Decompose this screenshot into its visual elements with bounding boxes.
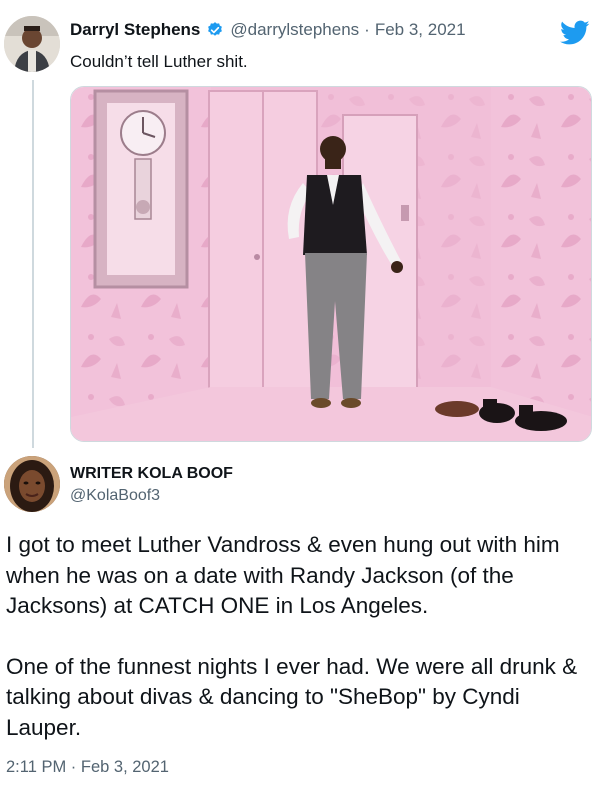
- tweet-date[interactable]: Feb 3, 2021: [375, 20, 466, 40]
- separator-dot: ·: [364, 20, 370, 39]
- twitter-bird-icon[interactable]: [560, 20, 590, 46]
- display-name[interactable]: WRITER KOLA BOOF: [70, 465, 233, 483]
- avatar-kola-boof[interactable]: [4, 456, 60, 512]
- handle[interactable]: @KolaBoof3: [70, 487, 160, 505]
- handle[interactable]: @darrylstephens: [230, 20, 359, 40]
- tweet-paragraph: I got to meet Luther Vandross & even hun…: [6, 532, 560, 618]
- tweet-text: Couldn’t tell Luther shit.: [70, 52, 248, 71]
- tweet-body: I got to meet Luther Vandross & even hun…: [6, 530, 594, 773]
- display-name[interactable]: Darryl Stephens: [70, 20, 200, 40]
- thread-connector-line: [32, 80, 34, 448]
- tweet1-header: Darryl Stephens @darrylstephens · Feb 3,…: [70, 20, 466, 40]
- avatar-darryl-stephens[interactable]: [4, 16, 60, 72]
- verified-badge-icon: [206, 21, 224, 39]
- tweet-timestamp[interactable]: 2:11 PM · Feb 3, 2021: [6, 758, 169, 777]
- tweet-paragraph: One of the funnest nights I ever had. We…: [6, 653, 578, 740]
- tweet-photo[interactable]: [70, 86, 592, 442]
